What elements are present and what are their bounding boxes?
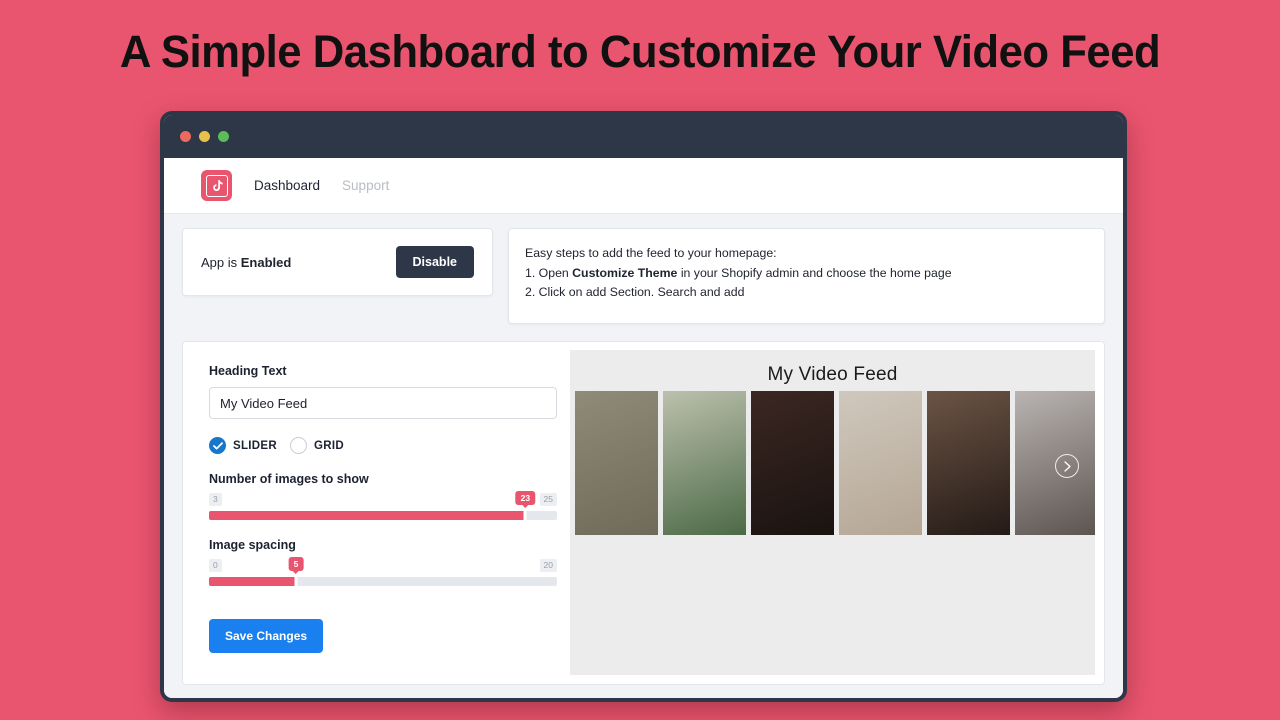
top-cards-row: App is Enabled Disable Easy steps to add… [174,228,1113,324]
slider-number-of-images-min: 3 [209,493,222,506]
app-content-surface: App is Enabled Disable Easy steps to add… [164,214,1123,698]
minimize-icon[interactable] [199,131,210,142]
slider-image-spacing-handle[interactable] [294,576,298,587]
slider-number-of-images-handle[interactable] [523,510,527,521]
feed-thumbnail[interactable] [839,391,922,535]
layout-option-grid-label: GRID [313,439,344,452]
browser-window: Dashboard Support App is Enabled Disable… [160,111,1127,702]
man-white-shirt-dark-room [751,391,834,535]
logo-inner-frame [205,174,228,197]
slider-number-of-images-track[interactable] [209,510,557,521]
feed-thumbnail[interactable] [927,391,1010,535]
slider-number-of-images: Number of images to show 3 23 25 [209,472,557,521]
chevron-right-icon[interactable] [1055,454,1079,478]
heading-text-input[interactable] [209,387,557,419]
slider-number-of-images-max: 25 [539,493,557,506]
slider-image-spacing: Image spacing 0 5 20 [209,538,557,587]
woman-straw-hat-field [663,391,746,535]
nav-link-dashboard[interactable]: Dashboard [254,178,320,193]
tiktok-logo-icon [201,170,232,201]
slider-image-spacing-label: Image spacing [209,538,296,552]
layout-option-grid[interactable]: GRID [289,437,344,454]
heading-text-label: Heading Text [209,364,287,378]
app-status-prefix: App is [201,254,241,270]
slider-image-spacing-min: 0 [209,559,222,572]
slider-image-spacing-track[interactable] [209,576,557,587]
app-status-state: Enabled [240,254,292,270]
window-titlebar [164,115,1123,158]
instructions-step-2: 2. Click on add Section. Search and add [525,285,745,299]
app-status-card: App is Enabled Disable [182,228,493,296]
blonde-woman-leather-jacket [927,391,1010,535]
slider-image-spacing-fill [209,577,296,586]
check-circle-icon [209,437,226,454]
instructions-step-1: 1. Open Customize Theme in your Shopify … [525,264,1086,284]
feed-preview-title: My Video Feed [767,364,898,385]
instructions-card: Easy steps to add the feed to your homep… [508,228,1105,324]
slider-number-of-images-scale: 3 23 25 [209,491,557,508]
slider-image-spacing-scale: 0 5 20 [209,557,557,574]
maximize-icon[interactable] [218,131,229,142]
layout-option-slider[interactable]: SLIDER [209,437,277,454]
step1-suffix: in your Shopify admin and choose the hom… [677,265,952,280]
instructions-intro: Easy steps to add the feed to your homep… [525,246,777,260]
layout-type-radio-group: SLIDER GRID [209,437,544,454]
main-panel: Heading Text SLIDER GRID Numbe [182,341,1105,685]
page-title: A Simple Dashboard to Customize Your Vid… [119,26,1161,77]
layout-option-slider-label: SLIDER [233,439,277,452]
feed-thumbnail[interactable] [751,391,834,535]
slider-image-spacing-max: 20 [539,559,557,572]
settings-form: Heading Text SLIDER GRID Numbe [183,342,570,684]
nav-link-support[interactable]: Support [342,178,389,193]
slider-image-spacing-value: 5 [288,557,304,571]
woman-reading-bright-room [839,391,922,535]
slider-number-of-images-fill [209,511,526,520]
feed-thumbnail[interactable] [663,391,746,535]
feed-preview: My Video Feed [570,350,1095,675]
step1-prefix: 1. Open [525,265,573,280]
feed-thumbnail[interactable] [575,391,658,535]
close-icon[interactable] [180,131,191,142]
app-status-text: App is Enabled [201,255,291,270]
feed-carousel[interactable] [575,391,1095,535]
step1-bold: Customize Theme [572,265,678,280]
app-navbar: Dashboard Support [164,158,1123,214]
disable-button[interactable]: Disable [395,246,474,278]
slider-number-of-images-value: 23 [515,491,536,505]
two-women-wall-shadow [575,391,658,535]
slider-number-of-images-label: Number of images to show [209,472,369,486]
save-changes-button[interactable]: Save Changes [209,619,324,653]
radio-circle-icon [289,437,307,454]
